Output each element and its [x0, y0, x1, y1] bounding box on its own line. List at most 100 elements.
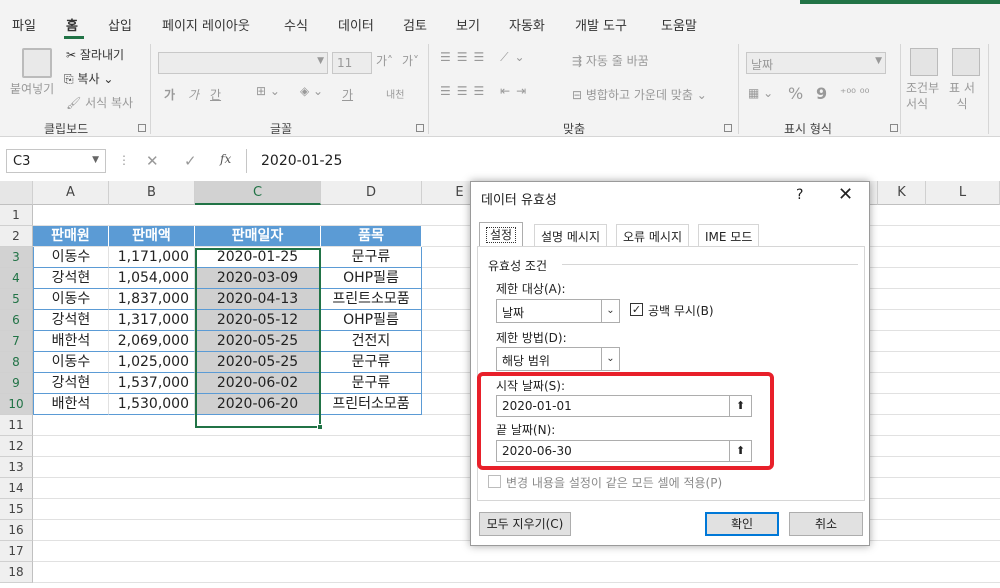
table-cell[interactable]: 1,025,000: [109, 352, 195, 373]
merge-center-button[interactable]: ⊟ 병합하고 가운데 맞춤 ⌄: [572, 86, 707, 103]
decimal-icons[interactable]: ⁺⁰⁰ ⁰⁰: [840, 86, 869, 100]
col-header-d[interactable]: D: [321, 181, 422, 205]
range-select-icon[interactable]: ⬆: [729, 396, 751, 416]
row-header[interactable]: 16: [0, 520, 33, 541]
ignore-blank-checkbox[interactable]: ✓: [630, 303, 643, 316]
font-launcher-icon[interactable]: [416, 124, 424, 132]
table-cell[interactable]: 2020-04-13: [195, 289, 321, 310]
fill-color-icon[interactable]: ◈ ⌄: [300, 84, 323, 98]
table-cell[interactable]: 배한석: [33, 331, 109, 352]
range-select-icon[interactable]: ⬆: [729, 441, 751, 461]
table-header-cell[interactable]: 판매액: [109, 226, 195, 247]
number-launcher-icon[interactable]: [890, 124, 898, 132]
cancel-icon[interactable]: ✕: [146, 152, 159, 170]
currency-icon[interactable]: ▦ ⌄: [748, 86, 773, 100]
table-header-cell[interactable]: 품목: [321, 226, 422, 247]
vertical-align-icons[interactable]: ☰☰☰ ⟋⌄: [440, 50, 531, 65]
table-cell[interactable]: 2020-05-25: [195, 331, 321, 352]
select-all-corner[interactable]: [0, 181, 33, 205]
row-header[interactable]: 3: [0, 247, 33, 268]
allow-select[interactable]: 날짜 ⌄: [496, 299, 620, 323]
format-painter-button[interactable]: 🖌 서식 복사: [66, 94, 133, 111]
row-header[interactable]: 17: [0, 541, 33, 562]
table-cell[interactable]: 1,837,000: [109, 289, 195, 310]
row-header[interactable]: 15: [0, 499, 33, 520]
clipboard-launcher-icon[interactable]: [138, 124, 146, 132]
tab-formulas[interactable]: 수식: [284, 15, 308, 34]
table-cell[interactable]: 1,054,000: [109, 268, 195, 289]
tab-data[interactable]: 데이터: [338, 15, 374, 34]
table-cell[interactable]: 이동수: [33, 352, 109, 373]
row-header[interactable]: 10: [0, 394, 33, 415]
tab-developer[interactable]: 개발 도구: [575, 15, 627, 34]
table-cell[interactable]: 1,537,000: [109, 373, 195, 394]
wrap-text-button[interactable]: ⇶ 자동 줄 바꿈: [572, 52, 649, 69]
table-cell[interactable]: 프린트소모품: [321, 289, 422, 310]
alignment-launcher-icon[interactable]: [724, 124, 732, 132]
row-header[interactable]: 11: [0, 415, 33, 436]
font-name-select[interactable]: ▼: [158, 52, 328, 74]
table-cell[interactable]: 2020-06-02: [195, 373, 321, 394]
row-header[interactable]: 5: [0, 289, 33, 310]
table-cell[interactable]: 문구류: [321, 373, 422, 394]
fx-icon[interactable]: fx: [220, 152, 231, 166]
table-cell[interactable]: 이동수: [33, 247, 109, 268]
tab-help[interactable]: 도움말: [661, 15, 697, 34]
font-color-button[interactable]: 가: [342, 86, 353, 103]
tab-ime-mode[interactable]: IME 모드: [698, 224, 760, 246]
tab-file[interactable]: 파일: [12, 15, 36, 34]
name-box[interactable]: C3 ▼: [6, 149, 106, 173]
table-header-cell[interactable]: 판매일자: [195, 226, 321, 247]
row-header[interactable]: 2: [0, 226, 33, 247]
table-cell[interactable]: 강석현: [33, 268, 109, 289]
col-header-k[interactable]: K: [878, 181, 926, 205]
table-cell[interactable]: 강석현: [33, 373, 109, 394]
table-cell[interactable]: 1,530,000: [109, 394, 195, 415]
paste-icon[interactable]: [22, 48, 52, 78]
help-button[interactable]: ?: [796, 187, 803, 203]
col-header-c[interactable]: C: [195, 181, 321, 205]
table-cell[interactable]: 이동수: [33, 289, 109, 310]
tab-insert[interactable]: 삽입: [108, 15, 132, 34]
number-format-select[interactable]: 날짜 ▼: [746, 52, 886, 74]
row-header[interactable]: 18: [0, 562, 33, 583]
table-cell[interactable]: 건전지: [321, 331, 422, 352]
formula-input[interactable]: 2020-01-25: [246, 149, 1000, 173]
row-header[interactable]: 7: [0, 331, 33, 352]
copy-button[interactable]: ⎘ 복사 ⌄: [64, 70, 113, 87]
row-header[interactable]: 6: [0, 310, 33, 331]
fill-handle[interactable]: [317, 424, 323, 430]
italic-button[interactable]: 가: [188, 86, 199, 103]
tab-automate[interactable]: 자동화: [509, 15, 545, 34]
row-header[interactable]: 1: [0, 205, 33, 226]
ok-button[interactable]: 확인: [705, 512, 779, 536]
table-cell[interactable]: 배한석: [33, 394, 109, 415]
paste-button[interactable]: 붙여넣기: [10, 80, 54, 97]
conditional-format-icon[interactable]: [910, 48, 938, 76]
table-cell[interactable]: 2,069,000: [109, 331, 195, 352]
table-cell[interactable]: 2020-05-25: [195, 352, 321, 373]
table-cell[interactable]: 프린터소모품: [321, 394, 422, 415]
border-icon[interactable]: ⊞ ⌄: [256, 84, 280, 98]
percent-button[interactable]: %: [788, 84, 803, 103]
active-cell[interactable]: 2020-01-25: [195, 247, 321, 268]
cut-button[interactable]: ✂ 잘라내기: [66, 46, 124, 63]
close-button[interactable]: ✕: [838, 184, 853, 205]
table-format-button[interactable]: 표 서식: [948, 80, 976, 112]
tab-settings[interactable]: 설정: [479, 222, 524, 247]
row-header[interactable]: 12: [0, 436, 33, 457]
row-header[interactable]: 4: [0, 268, 33, 289]
table-format-icon[interactable]: [952, 48, 980, 76]
table-cell[interactable]: 2020-05-12: [195, 310, 321, 331]
tab-home[interactable]: 홈: [66, 15, 78, 34]
table-cell[interactable]: OHP필름: [321, 310, 422, 331]
bold-button[interactable]: 가: [164, 86, 175, 103]
font-size-select[interactable]: 11: [332, 52, 372, 74]
tab-review[interactable]: 검토: [403, 15, 427, 34]
table-cell[interactable]: 문구류: [321, 352, 422, 373]
row-header[interactable]: 9: [0, 373, 33, 394]
clear-all-button[interactable]: 모두 지우기(C): [479, 512, 571, 536]
table-cell[interactable]: 2020-06-20: [195, 394, 321, 415]
tab-page-layout[interactable]: 페이지 레이아웃: [162, 15, 250, 34]
col-header-b[interactable]: B: [109, 181, 195, 205]
